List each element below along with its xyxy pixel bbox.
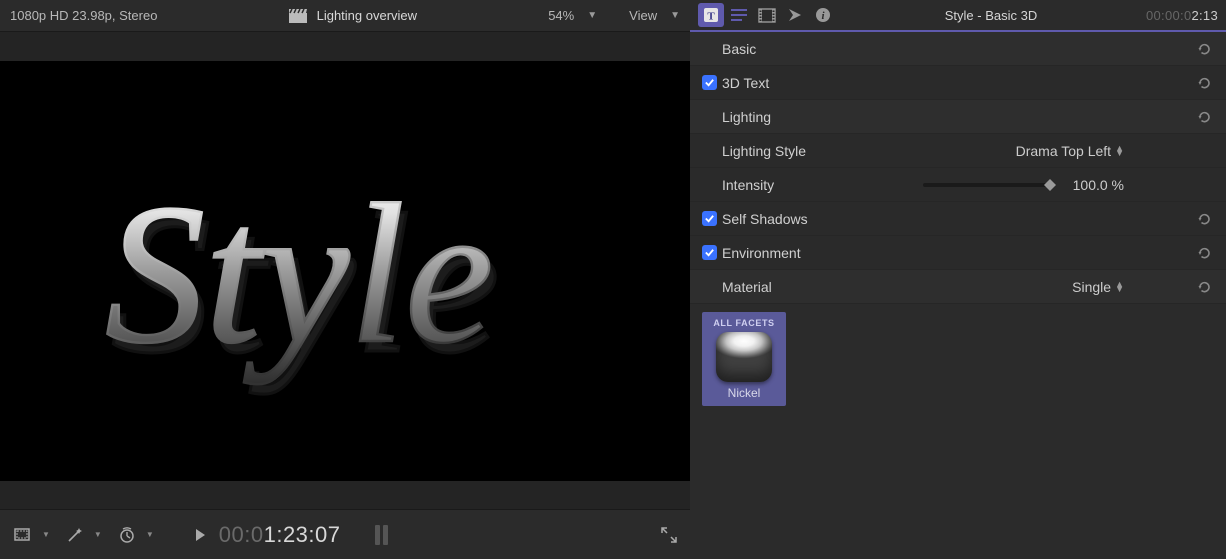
material-select[interactable]: Single ▲▼ (1072, 279, 1214, 295)
reset-icon[interactable] (1196, 279, 1212, 295)
material-facets: ALL FACETS Nickel (690, 304, 1226, 559)
viewer-timecode[interactable]: 00:01:23:07 (219, 522, 341, 548)
label-3d-text: 3D Text (722, 75, 769, 91)
reset-icon[interactable] (1196, 245, 1212, 261)
tab-paragraph[interactable] (726, 3, 752, 27)
viewer-panel: 1080p HD 23.98p, Stereo Lighting overvie… (0, 0, 690, 559)
viewer-body: Style Style (0, 32, 690, 509)
audio-skimming-icon[interactable] (375, 525, 388, 545)
row-lighting[interactable]: Lighting (690, 100, 1226, 134)
stepper-icon: ▲▼ (1115, 282, 1124, 292)
label-self-shadows: Self Shadows (722, 211, 808, 227)
intensity-slider[interactable] (923, 183, 1053, 187)
play-icon (196, 529, 205, 541)
facet-name: Nickel (728, 386, 761, 400)
chevron-down-icon[interactable]: ▼ (584, 10, 597, 21)
checkbox-3d-text[interactable] (702, 75, 717, 90)
retime-tool-icon[interactable] (116, 526, 138, 544)
row-material[interactable]: Material Single ▲▼ (690, 270, 1226, 304)
inspector-title: Style - Basic 3D (838, 8, 1144, 23)
play-button[interactable] (196, 529, 205, 541)
row-3d-text[interactable]: 3D Text (690, 66, 1226, 100)
chevron-down-icon[interactable]: ▼ (146, 530, 154, 539)
reset-icon[interactable] (1196, 109, 1212, 125)
viewer-header: 1080p HD 23.98p, Stereo Lighting overvie… (0, 0, 690, 32)
fullscreen-icon[interactable] (660, 526, 678, 544)
tab-text[interactable]: T (698, 3, 724, 27)
enhance-tool-icon[interactable] (64, 526, 86, 544)
label-intensity: Intensity (722, 177, 774, 193)
facet-card[interactable]: ALL FACETS Nickel (702, 312, 786, 406)
checkbox-self-shadows[interactable] (702, 211, 717, 226)
chevron-down-icon[interactable]: ▼ (667, 10, 680, 21)
checkbox-environment[interactable] (702, 245, 717, 260)
reset-icon[interactable] (1196, 41, 1212, 57)
row-lighting-style: Lighting Style Drama Top Left ▲▼ (690, 134, 1226, 168)
label-basic: Basic (722, 41, 756, 57)
facet-header: ALL FACETS (713, 318, 774, 328)
intensity-value[interactable]: 100.0 % (1073, 177, 1124, 193)
timecode-bright: 1:23:07 (264, 522, 341, 547)
chevron-down-icon[interactable]: ▼ (42, 530, 50, 539)
zoom-value[interactable]: 54% (548, 8, 574, 23)
row-environment[interactable]: Environment (690, 236, 1226, 270)
timecode-dim: 00:0 (219, 522, 264, 547)
reset-icon[interactable] (1196, 75, 1212, 91)
reset-icon[interactable] (1196, 211, 1212, 227)
crop-tool-icon[interactable] (12, 526, 34, 544)
clip-name[interactable]: Lighting overview (317, 8, 417, 23)
viewer-canvas[interactable]: Style Style (0, 61, 690, 481)
view-menu[interactable]: View (629, 8, 657, 23)
viewer-toolbar: ▼ ▼ ▼ 00:01:23:07 (0, 509, 690, 559)
material-swatch[interactable] (716, 332, 772, 382)
label-lighting-style: Lighting Style (722, 143, 806, 159)
preview-3d-text: Style Style (105, 111, 585, 431)
inspector-panel: T i Style - Basic 3D 00:00:02:13 Basic 3… (690, 0, 1226, 559)
svg-text:T: T (707, 11, 715, 23)
chevron-down-icon[interactable]: ▼ (94, 530, 102, 539)
format-label: 1080p HD 23.98p, Stereo (10, 8, 157, 23)
stepper-icon: ▲▼ (1115, 146, 1124, 156)
tab-generator[interactable] (782, 3, 808, 27)
tab-info[interactable]: i (810, 3, 836, 27)
clapperboard-icon (289, 9, 307, 23)
slider-thumb-icon[interactable] (1043, 178, 1057, 192)
row-self-shadows[interactable]: Self Shadows (690, 202, 1226, 236)
inspector-timecode: 00:00:02:13 (1146, 8, 1218, 23)
lighting-style-select[interactable]: Drama Top Left ▲▼ (1016, 143, 1214, 159)
row-basic[interactable]: Basic (690, 32, 1226, 66)
tab-video[interactable] (754, 3, 780, 27)
label-lighting: Lighting (722, 109, 771, 125)
row-intensity: Intensity 100.0 % (690, 168, 1226, 202)
inspector-header: T i Style - Basic 3D 00:00:02:13 (690, 0, 1226, 32)
label-material: Material (722, 279, 772, 295)
svg-text:Style: Style (105, 164, 494, 385)
label-environment: Environment (722, 245, 801, 261)
